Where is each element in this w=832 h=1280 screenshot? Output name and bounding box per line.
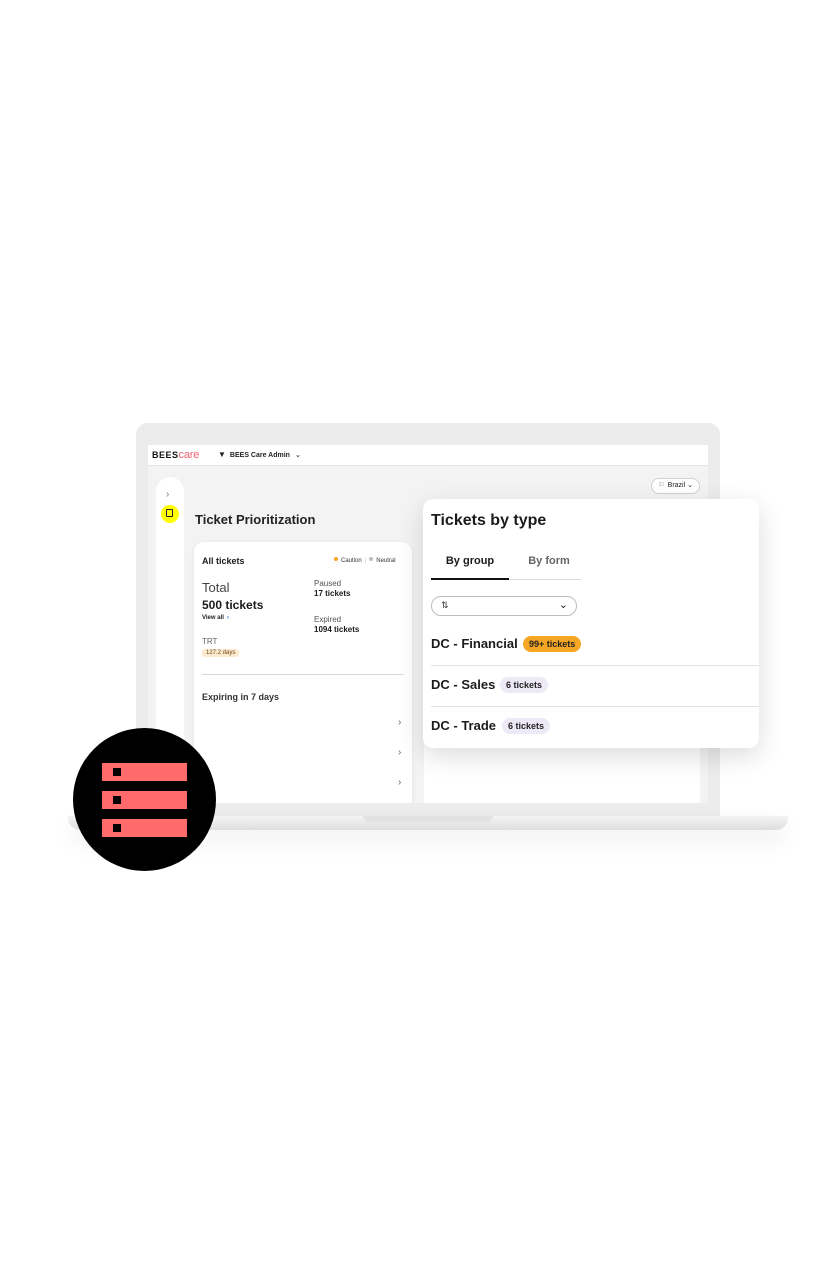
tab-by-form[interactable]: By form bbox=[517, 553, 581, 578]
ticket-count-badge: 6 tickets bbox=[502, 718, 551, 734]
expiring-title: Expiring in 7 days bbox=[202, 692, 280, 702]
chevron-right-icon[interactable]: › bbox=[166, 489, 169, 500]
legend-neutral: Neutral bbox=[376, 558, 396, 564]
server-led bbox=[113, 824, 121, 832]
legend: Caution | Neutral bbox=[334, 557, 396, 564]
app-switcher-label: BEES Care Admin bbox=[229, 452, 290, 459]
country-label: Brazil bbox=[667, 482, 686, 489]
chevron-down-icon: ⌄ bbox=[558, 599, 568, 611]
bees-care-logo[interactable]: BEEScare bbox=[152, 449, 199, 461]
server-unit bbox=[102, 763, 187, 781]
group-row-sales[interactable]: DC - Sales 6 tickets bbox=[431, 666, 759, 707]
total-label: Total bbox=[202, 580, 230, 595]
all-tickets-card: All tickets Caution | Neutral Total 500 ti… bbox=[194, 542, 412, 803]
expired-value: 1094 tickets bbox=[314, 625, 360, 634]
chevron-right-icon[interactable]: › bbox=[398, 777, 401, 788]
divider bbox=[202, 674, 404, 675]
sort-select[interactable]: ⇅ ⌄ bbox=[431, 596, 577, 616]
expired-label: Expired bbox=[314, 615, 342, 624]
legend-caution: Caution bbox=[341, 558, 362, 564]
legend-separator: | bbox=[364, 558, 367, 564]
tickets-by-type-panel: Tickets by type By group By form ⇅ ⌄ DC … bbox=[423, 499, 759, 748]
ticket-count-badge: 99+ tickets bbox=[523, 636, 582, 652]
chevron-down-icon: ⌄ bbox=[294, 452, 301, 459]
trt-badge: 127.2 days bbox=[202, 649, 240, 657]
group-row-trade[interactable]: DC - Trade 6 tickets bbox=[431, 707, 759, 747]
chevron-right-icon[interactable]: › bbox=[398, 717, 401, 728]
filter-icon: ▼ bbox=[218, 450, 226, 459]
group-name: DC - Sales bbox=[431, 677, 496, 692]
caution-dot-icon bbox=[334, 557, 338, 561]
ticket-icon bbox=[166, 509, 173, 517]
card-title: All tickets bbox=[202, 556, 245, 566]
group-name: DC - Trade bbox=[431, 718, 497, 733]
logo-bees-text: BEES bbox=[152, 450, 179, 460]
paused-label: Paused bbox=[314, 579, 342, 588]
tab-by-group[interactable]: By group bbox=[431, 553, 509, 580]
chevron-right-icon: › bbox=[226, 615, 229, 621]
app-switcher[interactable]: ▼ BEES Care Admin ⌄ bbox=[218, 450, 301, 459]
flag-icon: ⚐ bbox=[658, 482, 665, 489]
logo-care-text: care bbox=[178, 449, 200, 461]
panel-title: Tickets by type bbox=[431, 512, 547, 529]
group-row-financial[interactable]: DC - Financial 99+ tickets bbox=[431, 625, 759, 666]
server-led bbox=[113, 796, 121, 804]
sidebar-item-tickets[interactable] bbox=[161, 505, 179, 523]
server-unit bbox=[102, 791, 187, 809]
chevron-down-icon: ⌄ bbox=[687, 482, 693, 489]
paused-value: 17 tickets bbox=[314, 589, 351, 598]
page-title: Ticket Prioritization bbox=[195, 512, 316, 527]
total-value: 500 tickets bbox=[202, 598, 264, 612]
laptop-notch bbox=[363, 816, 493, 822]
sort-icon: ⇅ bbox=[441, 600, 449, 610]
view-all-label: View all bbox=[202, 615, 224, 621]
ticket-count-badge: 6 tickets bbox=[500, 677, 549, 693]
server-unit bbox=[102, 819, 187, 837]
server-led bbox=[113, 768, 121, 776]
trt-label: TRT bbox=[202, 637, 218, 646]
group-name: DC - Financial bbox=[431, 636, 518, 651]
chevron-right-icon[interactable]: › bbox=[398, 747, 401, 758]
tab-bar: By group By form bbox=[431, 553, 581, 580]
server-rack-icon bbox=[73, 728, 216, 871]
neutral-dot-icon bbox=[369, 557, 374, 561]
view-all-link[interactable]: View all › bbox=[202, 615, 229, 621]
country-selector[interactable]: ⚐ Brazil ⌄ bbox=[651, 478, 700, 494]
top-bar: BEEScare ▼ BEES Care Admin ⌄ bbox=[148, 445, 708, 466]
